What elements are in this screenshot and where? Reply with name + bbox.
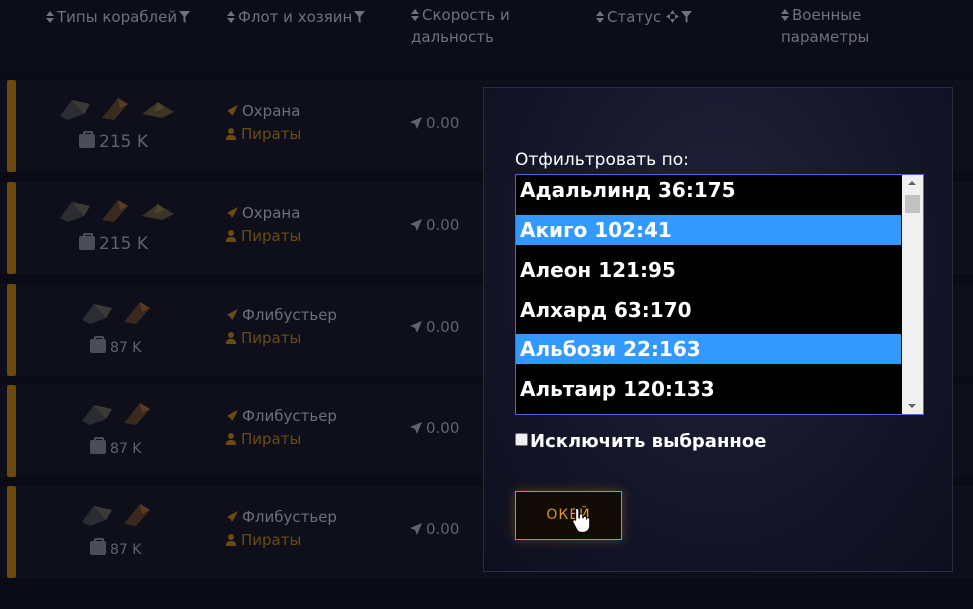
- table-header: Типы кораблей Флот и хозяин Скорость и д…: [0, 0, 973, 70]
- row-marker: [7, 486, 16, 578]
- owner-name[interactable]: Пираты: [226, 125, 301, 143]
- fleet-name[interactable]: Флибустьер: [226, 508, 337, 526]
- ship-icon: [82, 405, 112, 425]
- bag-icon: [79, 131, 95, 148]
- exclude-selected-toggle[interactable]: Исключить выбранное: [515, 431, 766, 452]
- owner-name[interactable]: Пираты: [226, 531, 301, 549]
- ship-icons: [58, 196, 188, 232]
- ship-icon: [102, 98, 128, 120]
- row-marker: [7, 284, 16, 376]
- ship-icon: [124, 302, 150, 324]
- ship-icon: [142, 204, 174, 220]
- user-icon: [226, 230, 236, 242]
- sort-icon[interactable]: [411, 9, 419, 21]
- ok-button[interactable]: ОКЕЙ: [515, 491, 622, 540]
- funnel-icon[interactable]: [681, 11, 693, 23]
- row-marker: [7, 385, 16, 477]
- ship-icons: [80, 298, 210, 334]
- user-icon: [226, 332, 236, 344]
- owner-name[interactable]: Пираты: [226, 430, 301, 448]
- filter-option[interactable]: Альтаир 120:133: [516, 374, 901, 404]
- speed-value: 0.00: [410, 520, 459, 538]
- filter-label: Отфильтровать по:: [515, 150, 689, 170]
- arrow-icon: [410, 422, 422, 434]
- owner-name[interactable]: Пираты: [226, 329, 301, 347]
- funnel-icon[interactable]: [179, 11, 191, 23]
- ship-icon: [124, 504, 150, 526]
- ship-icon: [60, 100, 90, 120]
- fleet-name[interactable]: Флибустьер: [226, 407, 337, 425]
- crosshair-icon[interactable]: [666, 10, 680, 23]
- arrow-icon: [410, 321, 422, 333]
- cargo-value: 215 K: [79, 131, 148, 152]
- scroll-thumb[interactable]: [905, 195, 920, 213]
- cargo-value: 215 K: [79, 233, 148, 254]
- ship-icon: [102, 200, 128, 222]
- header-ship-types[interactable]: Типы кораблей: [46, 6, 191, 28]
- hand-cursor-icon: [572, 507, 590, 533]
- header-military[interactable]: Военные параметры: [781, 4, 869, 48]
- sort-icon[interactable]: [227, 11, 235, 23]
- ship-icon: [82, 304, 112, 324]
- fleet-name[interactable]: Флибустьер: [226, 306, 337, 324]
- filter-option-selected[interactable]: Альбози 22:163: [516, 334, 901, 364]
- rocket-icon: [227, 207, 238, 218]
- ship-icons: [58, 94, 188, 130]
- speed-value: 0.00: [410, 419, 459, 437]
- header-speed-range[interactable]: Скорость и дальность: [411, 4, 510, 48]
- cargo-value: 87 K: [90, 336, 141, 356]
- exclude-checkbox[interactable]: [515, 433, 528, 446]
- arrow-icon: [410, 219, 422, 231]
- bag-icon: [79, 233, 95, 250]
- sort-icon[interactable]: [596, 11, 604, 23]
- rocket-icon: [227, 105, 238, 116]
- user-icon: [226, 534, 236, 546]
- rocket-icon: [227, 309, 238, 320]
- row-marker: [7, 80, 16, 172]
- ship-icon: [142, 102, 174, 118]
- cargo-value: 87 K: [90, 538, 141, 558]
- filter-option[interactable]: Адальлинд 36:175: [516, 175, 901, 205]
- rocket-icon: [227, 410, 238, 421]
- cargo-value: 87 K: [90, 437, 141, 457]
- speed-value: 0.00: [410, 114, 459, 132]
- filter-option[interactable]: Алеон 121:95: [516, 255, 901, 285]
- bag-icon: [90, 336, 106, 353]
- row-marker: [7, 182, 16, 274]
- ship-icon: [124, 403, 150, 425]
- arrow-icon: [410, 117, 422, 129]
- user-icon: [226, 128, 236, 140]
- funnel-icon[interactable]: [354, 11, 366, 23]
- user-icon: [226, 433, 236, 445]
- fleet-name[interactable]: Охрана: [226, 102, 300, 120]
- filter-option-selected[interactable]: Акиго 102:41: [516, 215, 901, 245]
- sort-icon[interactable]: [781, 9, 789, 21]
- ship-icon: [82, 506, 112, 526]
- rocket-icon: [227, 511, 238, 522]
- ship-icon: [60, 202, 90, 222]
- scroll-down-icon[interactable]: [902, 397, 923, 414]
- ship-icons: [80, 500, 210, 536]
- header-status[interactable]: Статус: [596, 6, 693, 28]
- bag-icon: [90, 538, 106, 555]
- scroll-up-icon[interactable]: [902, 175, 923, 192]
- header-fleet-owner[interactable]: Флот и хозяин: [227, 6, 366, 28]
- filter-dialog: Отфильтровать по: Адальлинд 36:175 Акиго…: [483, 87, 953, 572]
- ship-icons: [80, 399, 210, 435]
- fleet-name[interactable]: Охрана: [226, 204, 300, 222]
- filter-option[interactable]: Алхард 63:170: [516, 295, 901, 325]
- sort-icon[interactable]: [46, 11, 54, 23]
- listbox-scrollbar[interactable]: [902, 175, 923, 414]
- arrow-icon: [410, 523, 422, 535]
- speed-value: 0.00: [410, 216, 459, 234]
- owner-name[interactable]: Пираты: [226, 227, 301, 245]
- filter-listbox[interactable]: Адальлинд 36:175 Акиго 102:41 Алеон 121:…: [515, 174, 924, 415]
- speed-value: 0.00: [410, 318, 459, 336]
- bag-icon: [90, 437, 106, 454]
